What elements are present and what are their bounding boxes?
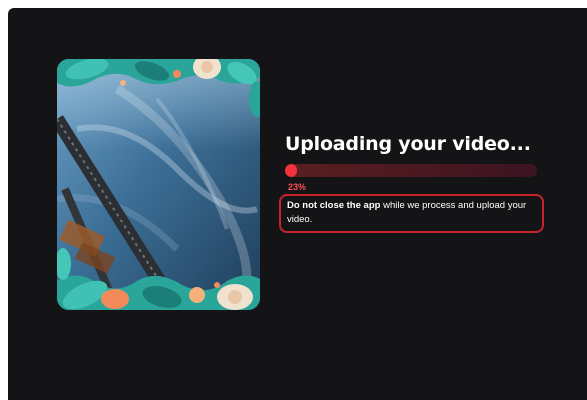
upload-screen: Uploading your video... 23% Do not close… xyxy=(8,8,587,400)
upload-status-panel: Uploading your video... 23% Do not close… xyxy=(279,132,545,233)
do-not-close-notice: Do not close the app while we process an… xyxy=(279,194,544,233)
video-thumbnail xyxy=(57,59,260,310)
notice-warning-text: Do not close the app xyxy=(287,200,381,211)
upload-progress-fill xyxy=(285,164,297,177)
upload-progress-percent: 23% xyxy=(288,182,307,192)
upload-progress-bar xyxy=(285,164,537,177)
upload-title: Uploading your video... xyxy=(285,133,531,155)
thumbnail-artwork xyxy=(57,59,260,310)
